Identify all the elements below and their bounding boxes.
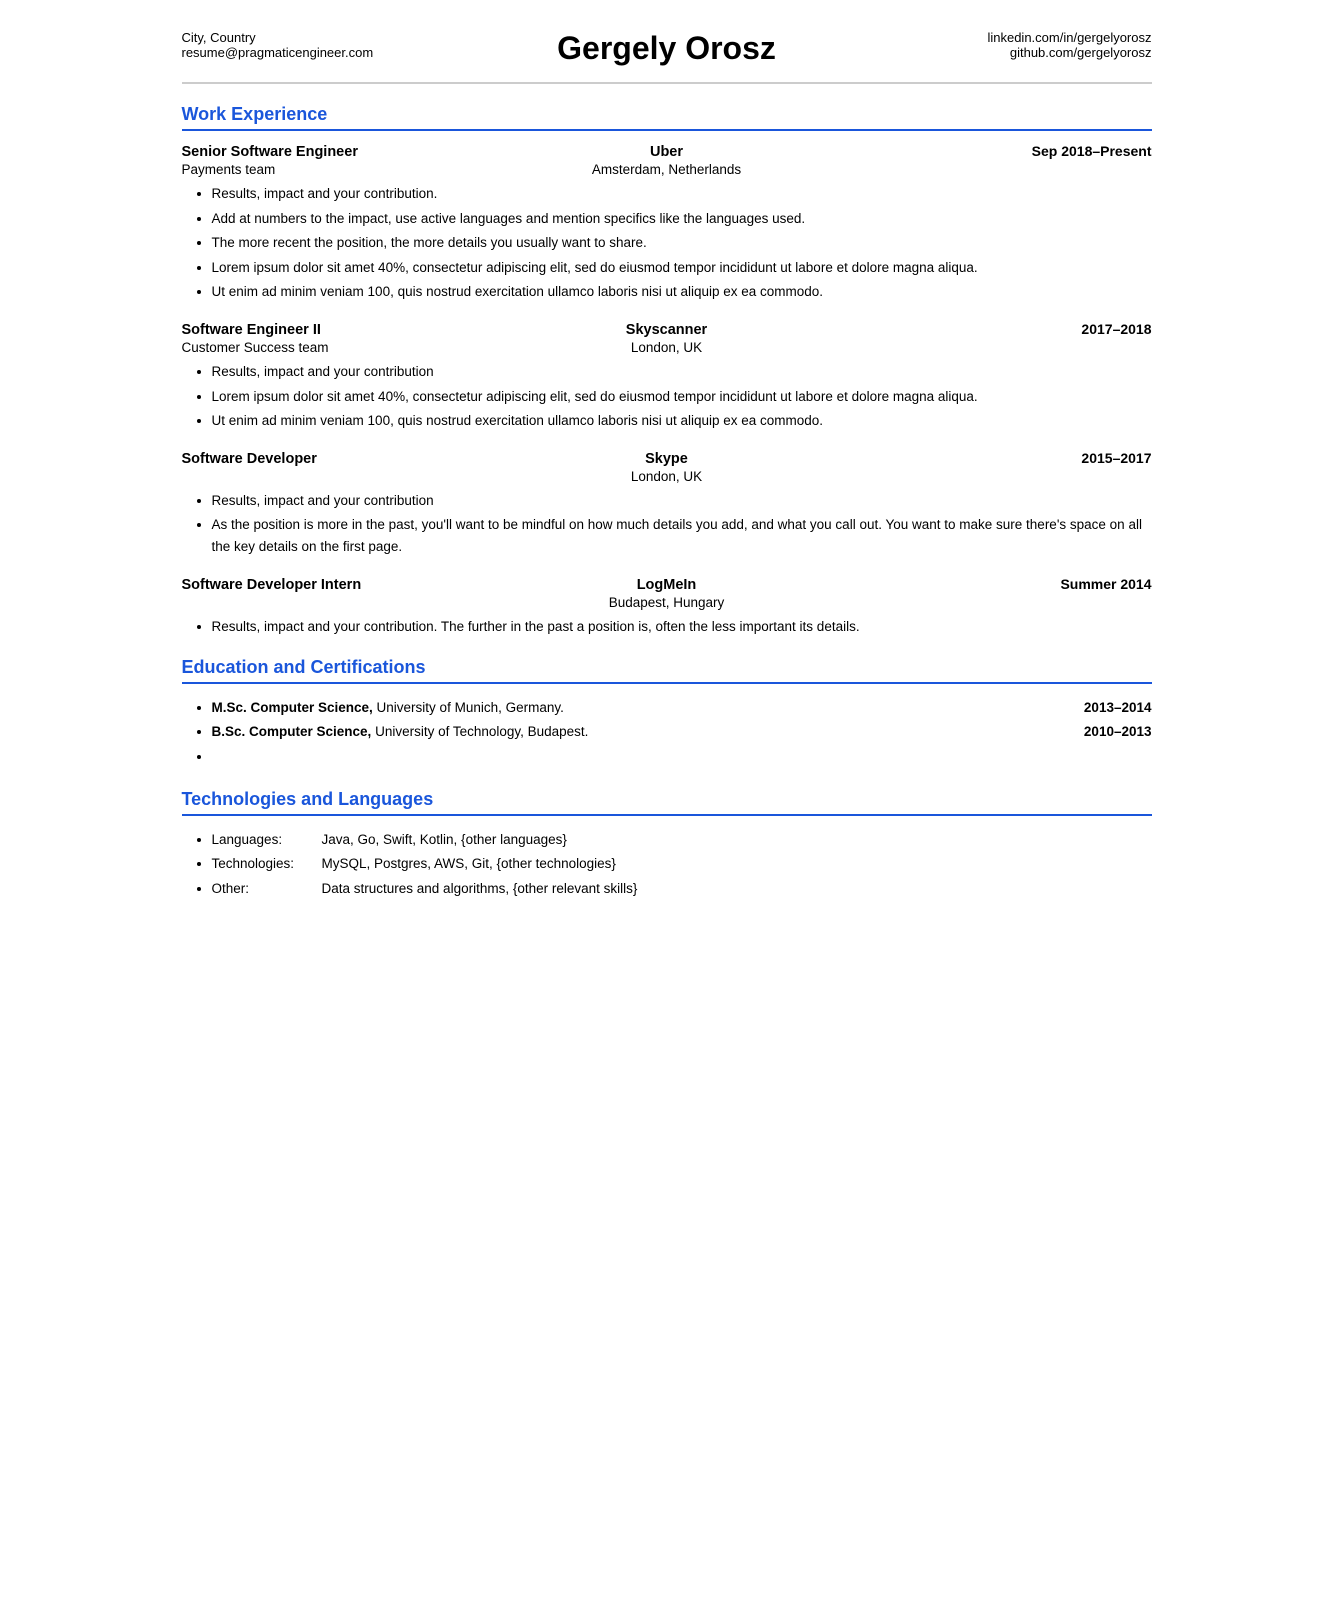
list-item: As the position is more in the past, you… — [212, 514, 1152, 557]
header-center: Gergely Orosz — [557, 30, 776, 67]
job-company-uber: Uber — [650, 144, 683, 160]
technologies-list: Languages: Java, Go, Swift, Kotlin, {oth… — [182, 828, 1152, 901]
list-item: Languages: Java, Go, Swift, Kotlin, {oth… — [212, 828, 1152, 852]
job-location-logmein: Budapest, Hungary — [609, 595, 725, 610]
tech-value-other: Data structures and algorithms, {other r… — [322, 877, 1152, 901]
job-bullets-skyscanner: Results, impact and your contribution Lo… — [182, 361, 1152, 432]
linkedin-text: linkedin.com/in/gergelyorosz — [776, 30, 1152, 45]
job-entry-skyscanner: Software Engineer II Skyscanner 2017–201… — [182, 321, 1152, 432]
job-company-skype: Skype — [645, 451, 688, 467]
job-bullets-logmein: Results, impact and your contribution. T… — [182, 616, 1152, 638]
technologies-section: Technologies and Languages Languages: Ja… — [182, 789, 1152, 901]
tech-item-other: Other: Data structures and algorithms, {… — [212, 877, 1152, 901]
job-sub-skyscanner: Customer Success team London, UK — [182, 340, 1152, 355]
edu-msc-regular: University of Munich, Germany. — [373, 700, 564, 715]
job-location-skyscanner: London, UK — [631, 340, 702, 355]
job-title-skyscanner: Software Engineer II — [182, 322, 626, 338]
edu-bsc-year: 2010–2013 — [1084, 720, 1152, 744]
github-text: github.com/gergelyorosz — [776, 45, 1152, 60]
job-header-uber: Senior Software Engineer Uber Sep 2018–P… — [182, 143, 1152, 160]
job-sub-skype: London, UK — [182, 469, 1152, 484]
job-title-logmein: Software Developer Intern — [182, 577, 637, 593]
list-item: Results, impact and your contribution — [212, 490, 1152, 512]
job-team-skype — [182, 469, 631, 484]
job-bullets-skype: Results, impact and your contribution As… — [182, 490, 1152, 558]
job-entry-logmein: Software Developer Intern LogMeIn Summer… — [182, 576, 1152, 638]
tech-label-other: Other: — [212, 877, 322, 901]
list-item: Results, impact and your contribution. — [212, 183, 1152, 205]
resume-header: City, Country resume@pragmaticengineer.c… — [182, 30, 1152, 84]
edu-bsc-bold: B.Sc. Computer Science, — [212, 724, 372, 739]
resume-container: City, Country resume@pragmaticengineer.c… — [142, 0, 1192, 951]
technologies-divider — [182, 814, 1152, 816]
edu-msc-year: 2013–2014 — [1084, 696, 1152, 720]
job-team-logmein — [182, 595, 609, 610]
header-left: City, Country resume@pragmaticengineer.c… — [182, 30, 558, 60]
tech-label-technologies: Technologies: — [212, 852, 322, 876]
work-experience-divider — [182, 129, 1152, 131]
job-location-skype: London, UK — [631, 469, 702, 484]
edu-msc-text: M.Sc. Computer Science, University of Mu… — [212, 696, 1064, 720]
edu-msc-bold: M.Sc. Computer Science, — [212, 700, 373, 715]
job-sub-logmein: Budapest, Hungary — [182, 595, 1152, 610]
work-experience-title: Work Experience — [182, 104, 1152, 125]
edu-bsc-regular: University of Technology, Budapest. — [371, 724, 588, 739]
location-text: City, Country — [182, 30, 558, 45]
job-dates-skype: 2015–2017 — [688, 450, 1152, 466]
job-location-uber: Amsterdam, Netherlands — [592, 162, 741, 177]
list-item: Results, impact and your contribution — [212, 361, 1152, 383]
edu-bsc-text: B.Sc. Computer Science, University of Te… — [212, 720, 1064, 744]
job-header-skyscanner: Software Engineer II Skyscanner 2017–201… — [182, 321, 1152, 338]
technologies-title: Technologies and Languages — [182, 789, 1152, 810]
job-title-uber: Senior Software Engineer — [182, 144, 650, 160]
education-title: Education and Certifications — [182, 657, 1152, 678]
list-item: Ut enim ad minim veniam 100, quis nostru… — [212, 410, 1152, 432]
job-team-skyscanner: Customer Success team — [182, 340, 631, 355]
list-item: Lorem ipsum dolor sit amet 40%, consecte… — [212, 257, 1152, 279]
list-item: Results, impact and your contribution. T… — [212, 616, 1152, 638]
job-title-skype: Software Developer — [182, 451, 646, 467]
edu-item-msc: M.Sc. Computer Science, University of Mu… — [212, 696, 1152, 720]
list-item: Technologies: MySQL, Postgres, AWS, Git,… — [212, 852, 1152, 876]
candidate-name: Gergely Orosz — [557, 30, 776, 67]
list-item: M.Sc. Computer Science, University of Mu… — [212, 696, 1152, 720]
job-entry-uber: Senior Software Engineer Uber Sep 2018–P… — [182, 143, 1152, 303]
job-header-logmein: Software Developer Intern LogMeIn Summer… — [182, 576, 1152, 593]
header-right: linkedin.com/in/gergelyorosz github.com/… — [776, 30, 1152, 60]
work-experience-section: Work Experience Senior Software Engineer… — [182, 104, 1152, 637]
job-company-logmein: LogMeIn — [637, 577, 697, 593]
list-item: B.Sc. Computer Science, University of Te… — [212, 720, 1152, 744]
list-item — [212, 745, 1152, 769]
job-company-skyscanner: Skyscanner — [626, 322, 707, 338]
job-bullets-uber: Results, impact and your contribution. A… — [182, 183, 1152, 303]
job-dates-uber: Sep 2018–Present — [683, 143, 1151, 159]
education-divider — [182, 682, 1152, 684]
job-entry-skype: Software Developer Skype 2015–2017 Londo… — [182, 450, 1152, 558]
job-dates-logmein: Summer 2014 — [696, 576, 1151, 592]
tech-label-languages: Languages: — [212, 828, 322, 852]
email-text: resume@pragmaticengineer.com — [182, 45, 558, 60]
list-item: Other: Data structures and algorithms, {… — [212, 877, 1152, 901]
tech-item-technologies: Technologies: MySQL, Postgres, AWS, Git,… — [212, 852, 1152, 876]
edu-item-bsc: B.Sc. Computer Science, University of Te… — [212, 720, 1152, 744]
list-item: The more recent the position, the more d… — [212, 232, 1152, 254]
list-item: Lorem ipsum dolor sit amet 40%, consecte… — [212, 386, 1152, 408]
job-header-skype: Software Developer Skype 2015–2017 — [182, 450, 1152, 467]
education-section: Education and Certifications M.Sc. Compu… — [182, 657, 1152, 769]
tech-value-languages: Java, Go, Swift, Kotlin, {other language… — [322, 828, 1152, 852]
job-dates-skyscanner: 2017–2018 — [707, 321, 1151, 337]
job-team-uber: Payments team — [182, 162, 592, 177]
tech-value-technologies: MySQL, Postgres, AWS, Git, {other techno… — [322, 852, 1152, 876]
list-item: Ut enim ad minim veniam 100, quis nostru… — [212, 281, 1152, 303]
job-sub-uber: Payments team Amsterdam, Netherlands — [182, 162, 1152, 177]
tech-item-languages: Languages: Java, Go, Swift, Kotlin, {oth… — [212, 828, 1152, 852]
list-item: Add at numbers to the impact, use active… — [212, 208, 1152, 230]
education-list: M.Sc. Computer Science, University of Mu… — [182, 696, 1152, 769]
